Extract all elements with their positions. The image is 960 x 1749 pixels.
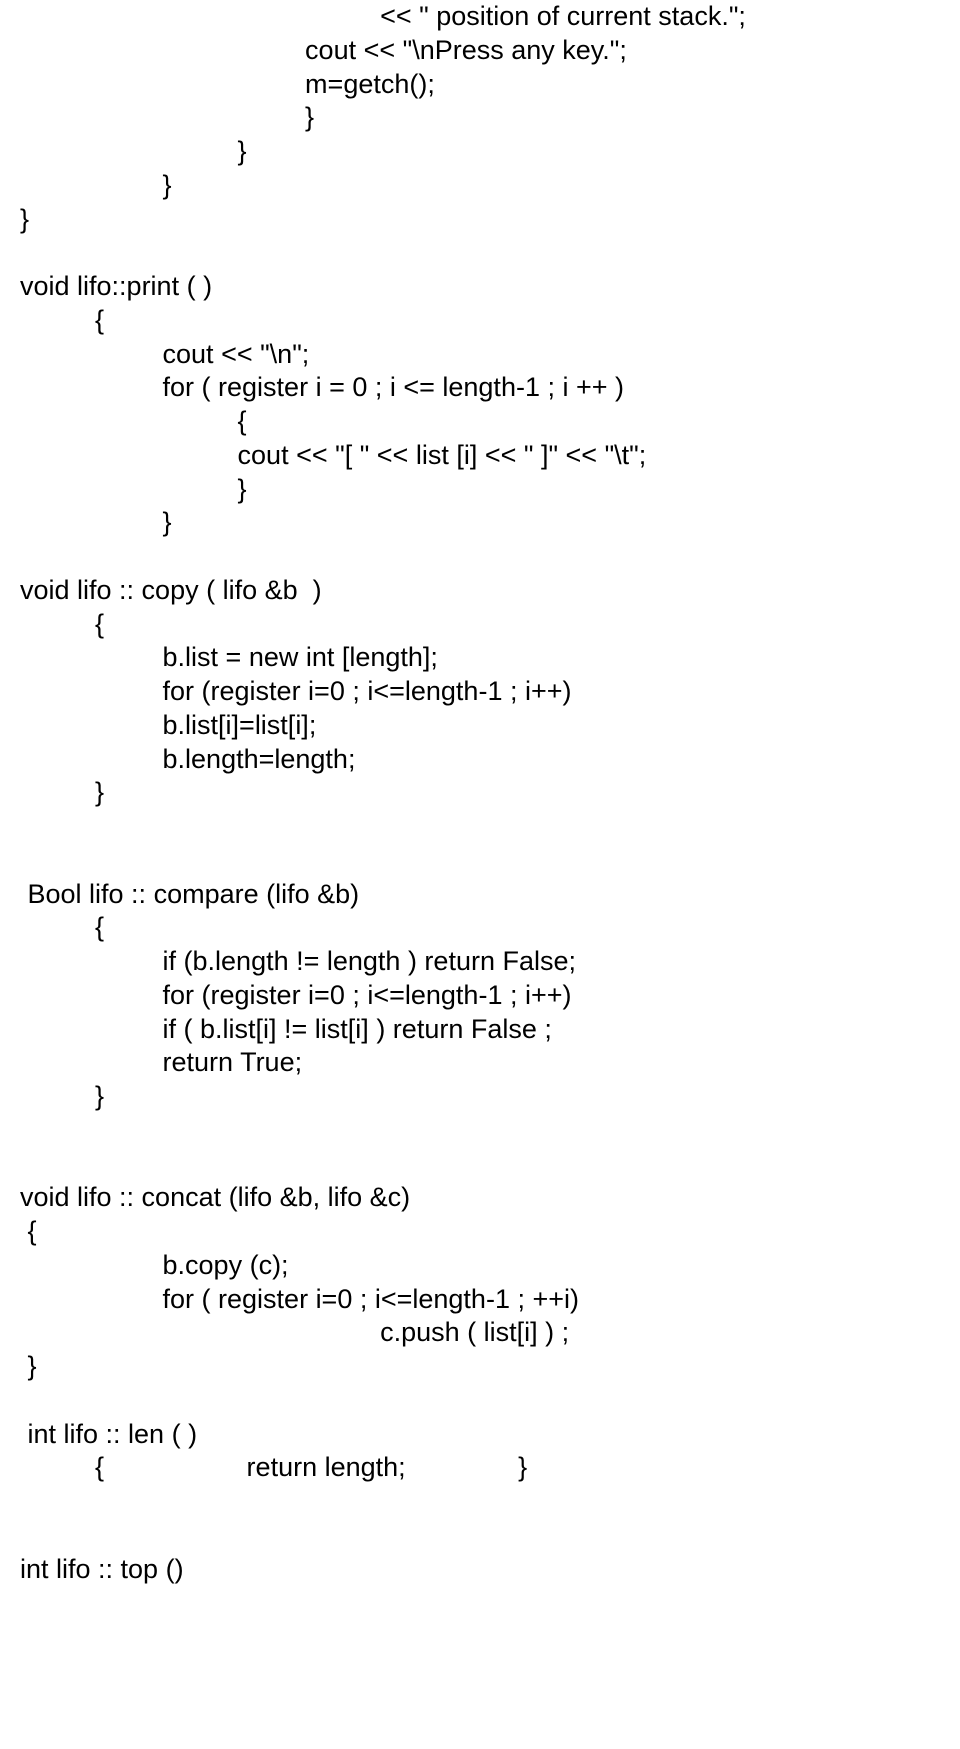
code-line: for (register i=0 ; i<=length-1 ; i++) (20, 675, 940, 709)
code-line: for ( register i=0 ; i<=length-1 ; ++i) (20, 1283, 940, 1317)
code-line: void lifo::print ( ) (20, 270, 940, 304)
code-line: } (20, 473, 940, 507)
code-line: m=getch(); (20, 68, 940, 102)
code-line: c.push ( list[i] ) ; (20, 1316, 940, 1350)
code-line: for ( register i = 0 ; i <= length-1 ; i… (20, 371, 940, 405)
code-line (20, 1114, 940, 1148)
code-line: } (20, 1350, 940, 1384)
code-page: << " position of current stack."; cout <… (0, 0, 960, 1626)
code-line (20, 1384, 940, 1418)
code-line: int lifo :: top () (20, 1553, 940, 1587)
code-line: { return length; } (20, 1451, 940, 1485)
code-line: cout << "[ " << list [i] << " ]" << "\t"… (20, 439, 940, 473)
code-line: } (20, 506, 940, 540)
code-line: { (20, 911, 940, 945)
code-line: { (20, 304, 940, 338)
code-line: cout << "\n"; (20, 338, 940, 372)
code-line (20, 844, 940, 878)
code-line: << " position of current stack."; (20, 0, 940, 34)
code-line (20, 1148, 940, 1182)
code-line: void lifo :: copy ( lifo &b ) (20, 574, 940, 608)
code-line: { (20, 608, 940, 642)
code-line: } (20, 776, 940, 810)
code-line: } (20, 1080, 940, 1114)
code-line (20, 236, 940, 270)
code-line: b.length=length; (20, 743, 940, 777)
code-line: int lifo :: len ( ) (20, 1418, 940, 1452)
code-line: { (20, 1215, 940, 1249)
code-line (20, 1485, 940, 1519)
code-line: } (20, 135, 940, 169)
code-line: b.list = new int [length]; (20, 641, 940, 675)
code-line: } (20, 101, 940, 135)
code-line: if (b.length != length ) return False; (20, 945, 940, 979)
code-line: for (register i=0 ; i<=length-1 ; i++) (20, 979, 940, 1013)
code-line (20, 810, 940, 844)
code-line (20, 1519, 940, 1553)
code-line: void lifo :: concat (lifo &b, lifo &c) (20, 1181, 940, 1215)
code-line: return True; (20, 1046, 940, 1080)
code-line: b.copy (c); (20, 1249, 940, 1283)
code-line: Bool lifo :: compare (lifo &b) (20, 878, 940, 912)
code-line: { (20, 405, 940, 439)
code-line (20, 540, 940, 574)
code-line: } (20, 203, 940, 237)
code-line: cout << "\nPress any key."; (20, 34, 940, 68)
code-line: } (20, 169, 940, 203)
code-line: b.list[i]=list[i]; (20, 709, 940, 743)
code-line: if ( b.list[i] != list[i] ) return False… (20, 1013, 940, 1047)
